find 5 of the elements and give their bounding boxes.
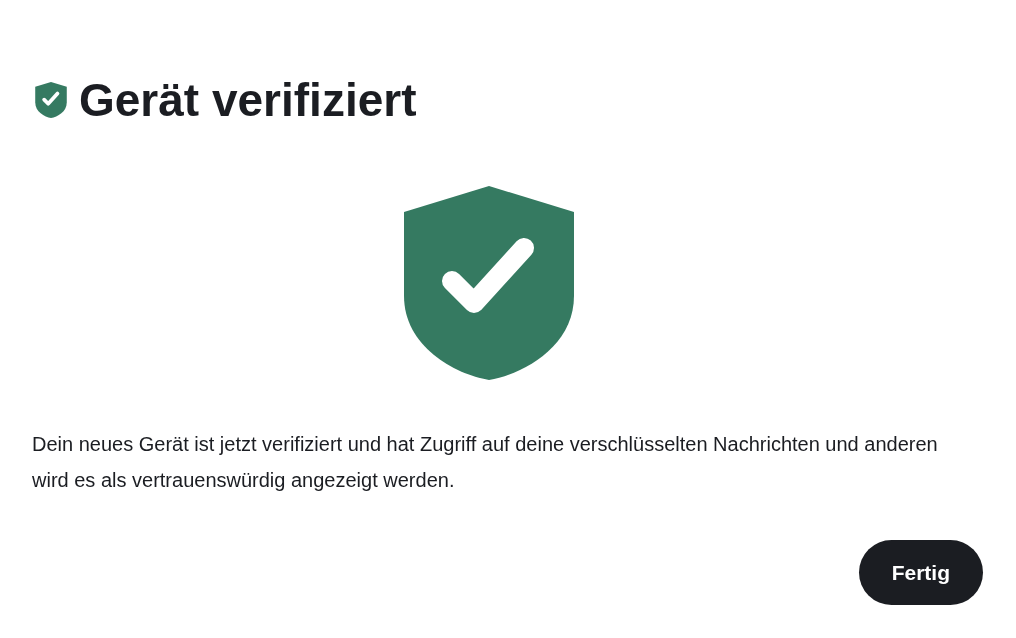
- dialog-message: Dein neues Gerät ist jetzt verifiziert und hat Zugriff auf deine verschlüsselten Nachrichten und anderen wird es als vertrauenswürdig angezeigt werden.: [32, 432, 939, 493]
- shield-check-icon: [403, 186, 574, 380]
- done-button[interactable]: Fertig: [858, 540, 983, 605]
- shield-check-icon: [35, 82, 67, 118]
- dialog-title: Gerät verifiziert: [79, 73, 417, 128]
